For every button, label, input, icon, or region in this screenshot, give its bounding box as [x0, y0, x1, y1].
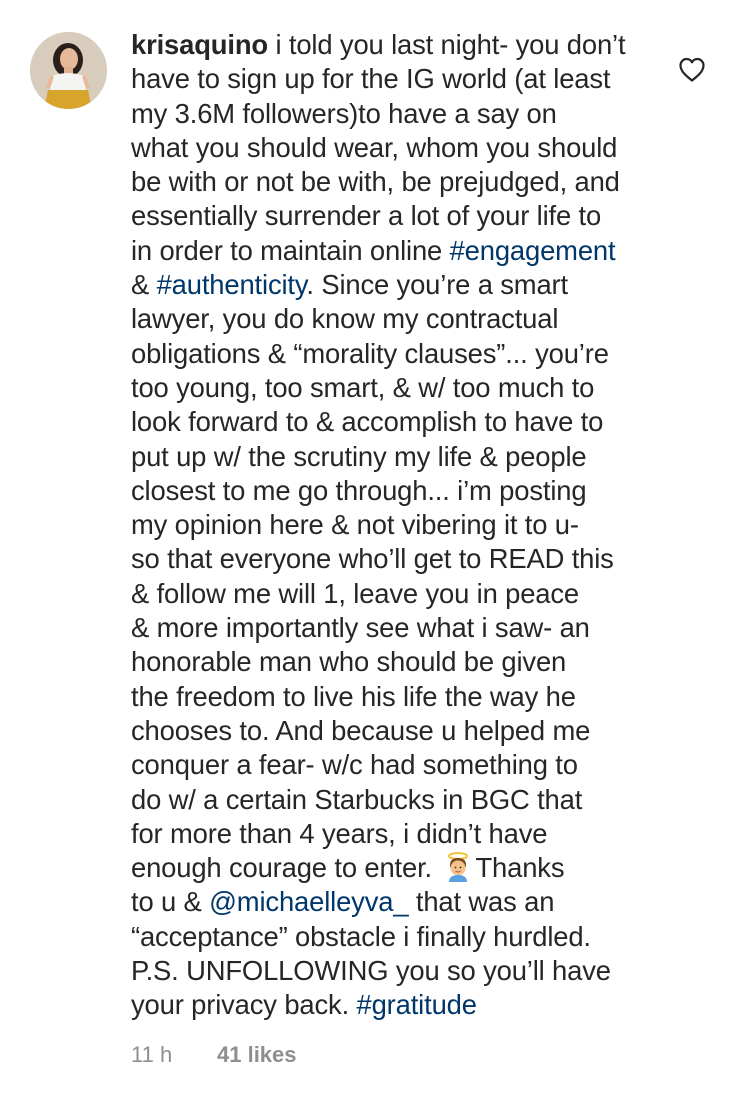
comment-line: be with or not be with, be prejudged, an… [131, 166, 620, 198]
comment-line: lawyer, you do know my contractual [131, 303, 559, 335]
avatar-image [30, 32, 107, 109]
comment-text: krisaquino i told you last night- you do… [131, 28, 661, 1023]
comment-line: the freedom to live his life the way he [131, 680, 576, 712]
comment-text-segment: that was an [408, 886, 555, 918]
comment-line: put up w/ the scrutiny my life & people [131, 440, 587, 472]
avatar[interactable] [30, 32, 107, 109]
comment-line: chooses to. And because u helped me [131, 714, 591, 746]
hashtag-engagement-link[interactable]: #engagement [450, 235, 616, 266]
comment-meta: 11 h 41 likes [131, 1040, 297, 1070]
comment-line: your privacy back. #gratitude [131, 988, 661, 1022]
heart-outline-icon[interactable] [677, 54, 707, 84]
comment-line: honorable man who should be given [131, 646, 567, 678]
hashtag-authenticity-link[interactable]: #authenticity [157, 269, 307, 300]
comment-line: krisaquino i told you last night- you do… [131, 28, 661, 62]
comment-text-segment: Thanks [475, 852, 565, 884]
comment-line: have to sign up for the IG world (at lea… [131, 63, 611, 95]
comment-text-segment: enough courage to enter. [131, 852, 440, 884]
comment-line: too young, too smart, & w/ too much to [131, 371, 595, 403]
comment-line: closest to me go through... i’m posting [131, 474, 587, 506]
comment-line: so that everyone who’ll get to READ this [131, 543, 614, 575]
comment-line: what you should wear, whom you should [131, 131, 618, 163]
comment-line: & #authenticity. Since you’re a smart [131, 268, 661, 302]
comment-line: to u & @michaelleyva_ that was an [131, 885, 661, 919]
comment-line: “acceptance” obstacle i finally hurdled. [131, 920, 591, 952]
comment-text-segment: & [131, 269, 157, 301]
comment-line: P.S. UNFOLLOWING you so you’ll have [131, 955, 611, 987]
comment-text-segment: in order to maintain online [131, 234, 450, 266]
comment-line: my opinion here & not vibering it to u- [131, 509, 579, 541]
comment-line: for more than 4 years, i didn’t have [131, 817, 548, 849]
comment-line: essentially surrender a lot of your life… [131, 200, 602, 232]
comment-line: look forward to & accomplish to have to [131, 406, 604, 438]
comment-line: in order to maintain online #engagement [131, 234, 661, 268]
comment-line: enough courage to enter. Thanks [131, 851, 661, 885]
comment-text-segment: to u & [131, 886, 210, 918]
comment-line: conquer a fear- w/c had something to [131, 749, 578, 781]
hashtag-gratitude-link[interactable]: #gratitude [357, 989, 477, 1020]
comment-row: krisaquino i told you last night- you do… [0, 0, 750, 1097]
comment-likes-count[interactable]: 41 likes [217, 1042, 297, 1067]
angel-emoji-icon [448, 852, 469, 883]
mention-link[interactable]: @michaelleyva_ [209, 886, 408, 917]
comment-line: & follow me will 1, leave you in peace [131, 577, 579, 609]
comment-text-segment: your privacy back. [131, 989, 357, 1021]
comment-text-segment: i told you last night- you don’t [268, 29, 626, 60]
comment-line: obligations & “morality clauses”... you’… [131, 337, 609, 369]
comment-line: & more importantly see what i saw- an [131, 612, 590, 644]
comment-text-segment: . Since you’re a smart [306, 269, 568, 301]
comment-line: my 3.6M followers)to have a say on [131, 97, 557, 129]
comment-username[interactable]: krisaquino [131, 29, 268, 60]
comment-timestamp: 11 h [131, 1042, 173, 1067]
comment-line: do w/ a certain Starbucks in BGC that [131, 783, 583, 815]
